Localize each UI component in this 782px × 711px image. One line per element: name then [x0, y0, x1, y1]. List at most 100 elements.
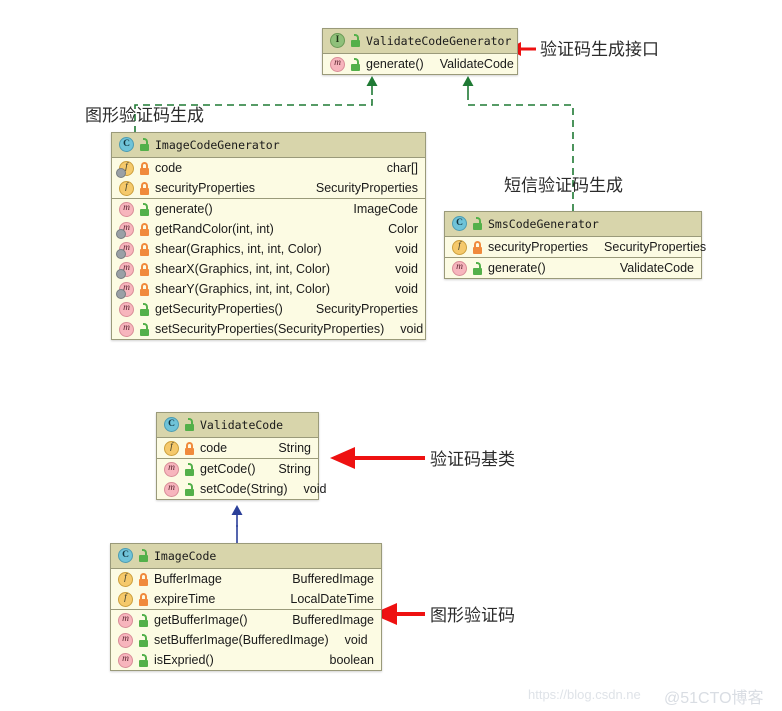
member-row[interactable]: m generate() ValidateCode: [323, 54, 517, 74]
method-icon: m: [164, 461, 179, 477]
public-lock-icon: [139, 138, 150, 151]
member-name: BufferImage: [154, 572, 222, 586]
member-row[interactable]: m setCode(String) void: [157, 479, 326, 499]
member-type: ImageCode: [353, 202, 418, 216]
uml-diagram-canvas: { "diagram": { "title": "ValidateCode cl…: [0, 0, 782, 711]
class-header-validate-code: C ValidateCode: [157, 413, 318, 438]
member-name: code: [155, 161, 183, 175]
methods-section-image-code-generator: m generate() ImageCode m getRandColor(in…: [112, 199, 425, 339]
member-row[interactable]: f code String: [157, 438, 318, 458]
annotation-image-code-gen: 图形验证码生成: [85, 106, 204, 126]
method-icon: m: [116, 241, 134, 259]
member-row[interactable]: f expireTime LocalDateTime: [111, 589, 381, 609]
class-name: ImageCodeGenerator: [155, 137, 280, 152]
private-lock-icon: [139, 262, 150, 276]
class-box-image-code-generator[interactable]: C ImageCodeGenerator f code char[] f sec…: [111, 132, 426, 340]
abstract-method-icon: m: [330, 56, 345, 72]
member-type: void: [344, 633, 368, 647]
member-row[interactable]: m generate() ValidateCode: [445, 258, 701, 278]
interface-icon: I: [330, 33, 345, 48]
class-icon: C: [118, 548, 133, 563]
private-lock-icon: [139, 282, 150, 296]
method-icon: m: [452, 260, 467, 276]
fields-section-image-code: f BufferImage BufferedImage f expireTime…: [111, 569, 381, 610]
member-name: generate(): [488, 261, 546, 275]
class-name: ValidateCodeGenerator: [366, 33, 512, 48]
private-lock-icon: [184, 441, 195, 455]
member-name: code: [200, 441, 228, 455]
field-icon: f: [116, 160, 134, 178]
member-name: shearX(Graphics, int, int, Color): [155, 262, 331, 276]
member-type: void: [303, 482, 327, 496]
member-type: LocalDateTime: [290, 592, 374, 606]
public-lock-icon: [350, 34, 361, 47]
member-row[interactable]: m shearX(Graphics, int, int, Color) void: [112, 259, 425, 279]
member-row[interactable]: m getSecurityProperties() SecurityProper…: [112, 299, 425, 319]
member-name: setSecurityProperties(SecurityProperties…: [155, 322, 385, 336]
member-row[interactable]: m getRandColor(int, int) Color: [112, 219, 425, 239]
fields-section-validate-code: f code String: [157, 438, 318, 459]
class-box-validate-code[interactable]: C ValidateCode f code String m getCode()…: [156, 412, 326, 500]
class-box-sms-code-generator[interactable]: C SmsCodeGenerator f securityProperties …: [444, 211, 706, 279]
field-icon: f: [164, 440, 179, 456]
member-row[interactable]: m setBufferImage(BufferedImage) void: [111, 630, 381, 650]
member-name: getBufferImage(): [154, 613, 248, 627]
member-row[interactable]: f securityProperties SecurityProperties: [445, 237, 706, 257]
method-icon: m: [116, 281, 134, 299]
public-lock-icon: [138, 633, 149, 647]
method-icon: m: [116, 221, 134, 239]
class-icon: C: [119, 137, 134, 152]
methods-section-image-code: m getBufferImage() BufferedImage m setBu…: [111, 610, 381, 670]
member-type: char[]: [386, 161, 418, 175]
member-type: boolean: [329, 653, 375, 667]
public-lock-icon: [139, 302, 150, 316]
annotation-sms-code-gen: 短信验证码生成: [504, 176, 623, 196]
member-row[interactable]: m generate() ImageCode: [112, 199, 425, 219]
member-type: SecurityProperties: [604, 240, 707, 254]
public-lock-icon: [138, 653, 149, 667]
member-type: BufferedImage: [292, 613, 374, 627]
method-icon: m: [118, 612, 133, 628]
methods-section-validate-code: m getCode() String m setCode(String) voi…: [157, 459, 326, 499]
member-row[interactable]: m isExpried() boolean: [111, 650, 381, 670]
class-header-image-code-generator: C ImageCodeGenerator: [112, 133, 425, 158]
private-lock-icon: [139, 222, 150, 236]
class-header-sms-code-generator: C SmsCodeGenerator: [445, 212, 701, 237]
field-icon: f: [119, 180, 134, 196]
public-lock-icon: [139, 322, 150, 336]
field-icon: f: [118, 571, 133, 587]
public-lock-icon: [472, 217, 483, 230]
public-lock-icon: [472, 261, 483, 275]
class-box-validate-code-generator[interactable]: I ValidateCodeGenerator m generate() Val…: [322, 28, 518, 75]
method-icon: m: [119, 321, 134, 337]
member-name: generate(): [155, 202, 213, 216]
class-header-validate-code-generator: I ValidateCodeGenerator: [323, 29, 517, 54]
member-name: getCode(): [200, 462, 256, 476]
member-row[interactable]: m shear(Graphics, int, int, Color) void: [112, 239, 425, 259]
member-type: BufferedImage: [292, 572, 374, 586]
member-type: Color: [388, 222, 418, 236]
annotation-image-code: 图形验证码: [430, 606, 515, 626]
class-box-image-code[interactable]: C ImageCode f BufferImage BufferedImage …: [110, 543, 382, 671]
method-icon: m: [119, 301, 134, 317]
member-row[interactable]: f securityProperties SecurityProperties: [112, 178, 425, 198]
member-name: setBufferImage(BufferedImage): [154, 633, 329, 647]
method-icon: m: [116, 261, 134, 279]
annotation-validate-code: 验证码基类: [430, 450, 515, 470]
public-lock-icon: [184, 462, 195, 476]
annotation-arrow-validate-code: [330, 447, 425, 469]
member-row[interactable]: m setSecurityProperties(SecurityProperti…: [112, 319, 425, 339]
member-row[interactable]: m getBufferImage() BufferedImage: [111, 610, 381, 630]
field-icon: f: [118, 591, 133, 607]
method-icon: m: [118, 652, 133, 668]
member-row[interactable]: m getCode() String: [157, 459, 318, 479]
method-icon: m: [164, 481, 179, 497]
member-row[interactable]: f code char[]: [112, 158, 425, 178]
member-row[interactable]: m shearY(Graphics, int, int, Color) void: [112, 279, 425, 299]
methods-section-validate-code-generator: m generate() ValidateCode: [323, 54, 517, 74]
class-icon: C: [164, 417, 179, 432]
member-name: shear(Graphics, int, int, Color): [155, 242, 322, 256]
public-lock-icon: [139, 202, 150, 216]
method-icon: m: [118, 632, 133, 648]
member-row[interactable]: f BufferImage BufferedImage: [111, 569, 381, 589]
